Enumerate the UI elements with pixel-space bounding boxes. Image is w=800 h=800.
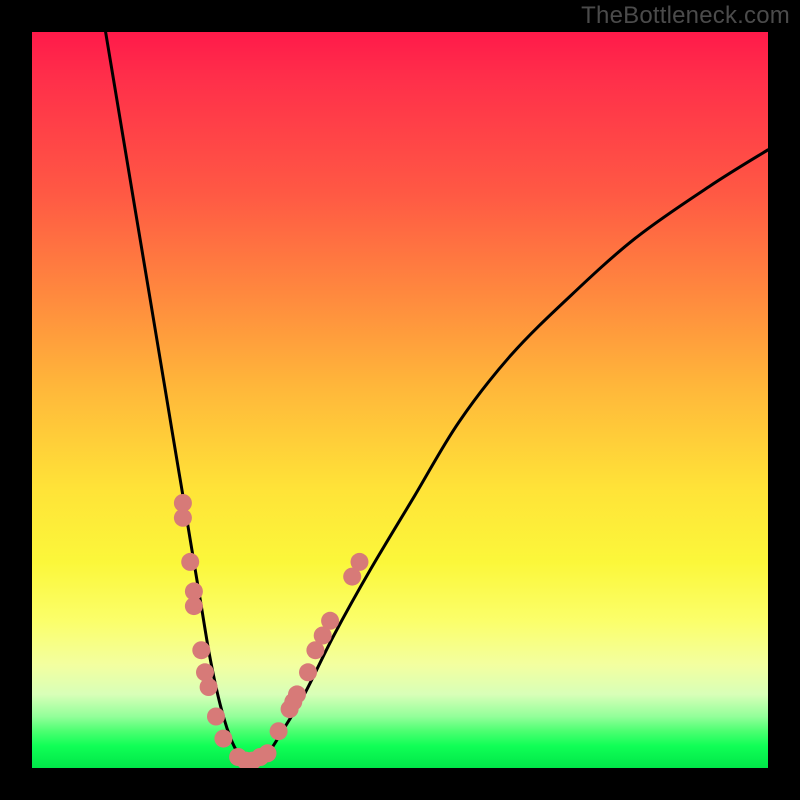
curve-marker	[299, 663, 317, 681]
chart-svg	[32, 32, 768, 768]
curve-marker	[200, 678, 218, 696]
curve-marker	[214, 730, 232, 748]
curve-marker	[174, 509, 192, 527]
curve-marker	[321, 612, 339, 630]
outer-frame: TheBottleneck.com	[0, 0, 800, 800]
curve-marker	[270, 722, 288, 740]
curve-marker	[288, 685, 306, 703]
curve-marker	[259, 744, 277, 762]
curve-marker	[181, 553, 199, 571]
curve-marker	[192, 641, 210, 659]
curve-marker	[351, 553, 369, 571]
curve-marker	[207, 708, 225, 726]
plot-area	[32, 32, 768, 768]
curve-marker	[185, 597, 203, 615]
watermark-text: TheBottleneck.com	[581, 2, 790, 30]
curve-markers	[174, 494, 369, 768]
